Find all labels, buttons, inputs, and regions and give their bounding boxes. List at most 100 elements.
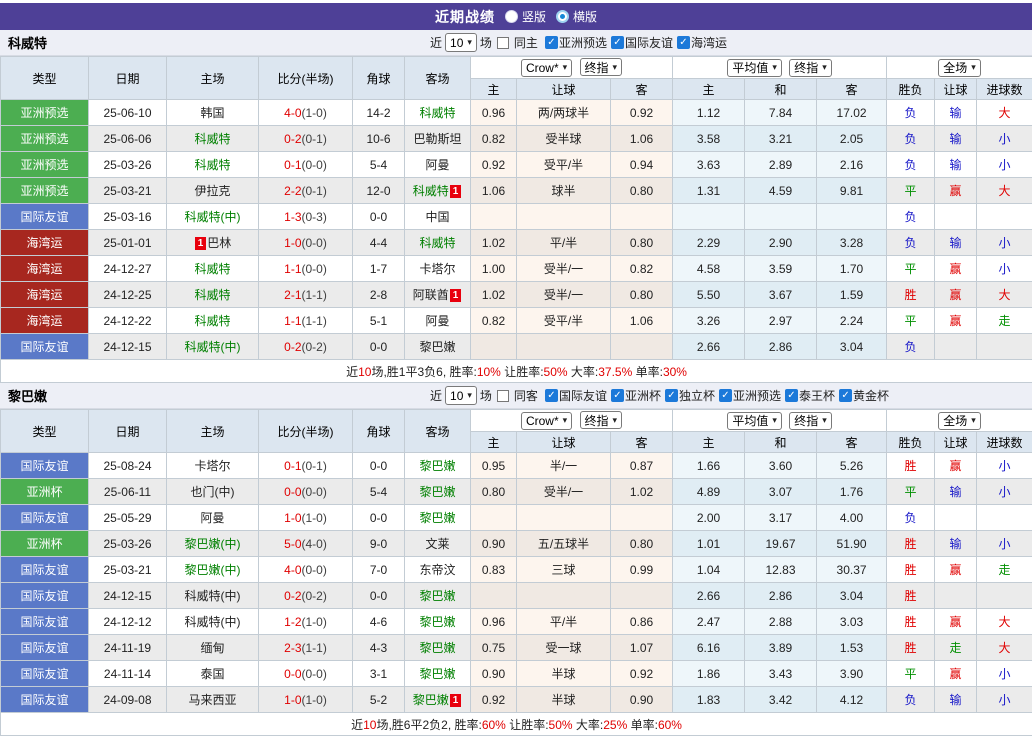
odds-time-select[interactable]: 终指▾ xyxy=(580,411,623,429)
goals-result-cell: 小 xyxy=(977,687,1032,713)
score-cell: 0-1(0-1) xyxy=(259,453,353,479)
halftime-score: (1-1) xyxy=(302,641,327,655)
type-cell: 国际友谊 xyxy=(1,635,89,661)
radio-vertical[interactable]: 竖版 xyxy=(505,8,546,25)
odds-home-cell xyxy=(471,583,517,609)
date-cell: 24-12-25 xyxy=(89,282,167,308)
avg-source-select[interactable]: 平均值▾ xyxy=(727,412,782,430)
fulltime-score: 0-0 xyxy=(284,485,301,499)
competition-filter[interactable]: ✓亚洲预选 xyxy=(719,387,781,404)
competition-filter[interactable]: ✓亚洲杯 xyxy=(611,387,661,404)
checkbox-checked-icon[interactable]: ✓ xyxy=(611,389,624,402)
results-section-kuwait: 科威特 近 10▾ 场 同主 ✓亚洲预选✓国际友谊✓海湾运 类型 日期 xyxy=(0,30,1032,383)
home-team-name: 缅甸 xyxy=(200,641,224,655)
goals-result-cell xyxy=(977,334,1032,360)
checkbox-checked-icon[interactable]: ✓ xyxy=(677,36,690,49)
same-venue-checkbox[interactable] xyxy=(497,390,509,402)
col-header-away: 客场 xyxy=(405,57,471,100)
checkbox-checked-icon[interactable]: ✓ xyxy=(545,36,558,49)
odds-time-value: 终指 xyxy=(585,59,609,76)
win-loss-result-cell: 胜 xyxy=(887,531,935,557)
avg-time-select[interactable]: 终指▾ xyxy=(789,59,832,77)
odds-source-select[interactable]: Crow*▾ xyxy=(521,59,572,77)
match-row: 亚洲预选 25-06-06 科威特 0-2(0-1) 10-6 巴勒斯坦 0.8… xyxy=(1,126,1032,152)
goals-result-cell: 小 xyxy=(977,230,1032,256)
radio-horizontal[interactable]: 横版 xyxy=(556,8,597,25)
avg-source-value: 平均值 xyxy=(732,59,768,76)
corner-cell: 0-0 xyxy=(353,583,405,609)
avg-time-select[interactable]: 终指▾ xyxy=(789,412,832,430)
scope-header: 全场▾ xyxy=(887,410,1032,432)
away-team-cell: 科威特 xyxy=(405,100,471,126)
checkbox-checked-icon[interactable]: ✓ xyxy=(839,389,852,402)
odds-away-cell: 0.99 xyxy=(611,557,673,583)
handicap-cell: 受平/半 xyxy=(517,152,611,178)
avg-home-cell: 5.50 xyxy=(673,282,745,308)
avg-away-cell xyxy=(817,204,887,230)
handicap-cell xyxy=(517,334,611,360)
handicap-cell xyxy=(517,505,611,531)
competition-filter[interactable]: ✓海湾运 xyxy=(677,34,727,51)
score-cell: 1-0(0-0) xyxy=(259,230,353,256)
handicap-result-cell: 输 xyxy=(935,531,977,557)
handicap-result-cell xyxy=(935,204,977,230)
scope-select[interactable]: 全场▾ xyxy=(938,59,981,77)
match-row: 国际友谊 25-05-29 阿曼 1-0(1-0) 0-0 黎巴嫩 2.00 3… xyxy=(1,505,1032,531)
away-team-cell: 文莱 xyxy=(405,531,471,557)
away-team-name: 阿曼 xyxy=(425,158,449,172)
odds-source-header: Crow*▾ 终指▾ xyxy=(471,410,673,432)
checkbox-checked-icon[interactable]: ✓ xyxy=(665,389,678,402)
score-cell: 4-0(1-0) xyxy=(259,100,353,126)
avg-draw-cell: 3.21 xyxy=(745,126,817,152)
section-control-row: 科威特 近 10▾ 场 同主 ✓亚洲预选✓国际友谊✓海湾运 xyxy=(0,30,1032,56)
col-header-win-loss: 胜负 xyxy=(887,432,935,453)
odds-time-select[interactable]: 终指▾ xyxy=(580,58,623,76)
away-team-name: 黎巴嫩 xyxy=(419,340,455,354)
odds-source-select[interactable]: Crow*▾ xyxy=(521,412,572,430)
handicap-result-cell: 走 xyxy=(935,635,977,661)
match-count-select[interactable]: 10▾ xyxy=(445,33,477,52)
avg-away-cell: 3.90 xyxy=(817,661,887,687)
radio-horizontal-selected-icon[interactable] xyxy=(556,10,569,23)
col-header-handicap-result: 让球 xyxy=(935,79,977,100)
score-cell: 2-2(0-1) xyxy=(259,178,353,204)
handicap-result-cell xyxy=(935,583,977,609)
type-cell: 海湾运 xyxy=(1,256,89,282)
radio-vertical-icon[interactable] xyxy=(505,10,518,23)
goals-result-cell xyxy=(977,505,1032,531)
avg-draw-cell: 4.59 xyxy=(745,178,817,204)
odds-away-cell: 0.80 xyxy=(611,230,673,256)
odds-away-cell: 0.87 xyxy=(611,453,673,479)
match-count-select[interactable]: 10▾ xyxy=(445,386,477,405)
halftime-score: (4-0) xyxy=(302,537,327,551)
fulltime-score: 1-2 xyxy=(284,615,301,629)
away-team-name: 科威特 xyxy=(419,106,455,120)
competition-filter[interactable]: ✓泰王杯 xyxy=(785,387,835,404)
odds-home-cell: 0.90 xyxy=(471,661,517,687)
fulltime-score: 0-1 xyxy=(284,158,301,172)
checkbox-checked-icon[interactable]: ✓ xyxy=(611,36,624,49)
date-cell: 25-08-24 xyxy=(89,453,167,479)
odds-away-cell: 1.06 xyxy=(611,308,673,334)
scope-select[interactable]: 全场▾ xyxy=(938,412,981,430)
checkbox-checked-icon[interactable]: ✓ xyxy=(545,389,558,402)
competition-filter[interactable]: ✓亚洲预选 xyxy=(545,34,607,51)
checkbox-checked-icon[interactable]: ✓ xyxy=(719,389,732,402)
competition-filter[interactable]: ✓国际友谊 xyxy=(611,34,673,51)
radio-vertical-label: 竖版 xyxy=(522,8,546,25)
same-venue-checkbox[interactable] xyxy=(497,37,509,49)
fulltime-score: 1-0 xyxy=(284,693,301,707)
col-header-goals: 进球数 xyxy=(977,79,1032,100)
competition-filter[interactable]: ✓国际友谊 xyxy=(545,387,607,404)
checkbox-checked-icon[interactable]: ✓ xyxy=(785,389,798,402)
score-cell: 0-2(0-2) xyxy=(259,583,353,609)
competition-filter[interactable]: ✓独立杯 xyxy=(665,387,715,404)
fulltime-score: 2-1 xyxy=(284,288,301,302)
odds-away-cell: 1.02 xyxy=(611,479,673,505)
odds-home-cell xyxy=(471,204,517,230)
handicap-cell: 受平/半 xyxy=(517,308,611,334)
competition-filters: ✓国际友谊✓亚洲杯✓独立杯✓亚洲预选✓泰王杯✓黄金杯 xyxy=(541,387,889,404)
avg-source-select[interactable]: 平均值▾ xyxy=(727,59,782,77)
competition-filter[interactable]: ✓黄金杯 xyxy=(839,387,889,404)
odds-home-cell xyxy=(471,334,517,360)
